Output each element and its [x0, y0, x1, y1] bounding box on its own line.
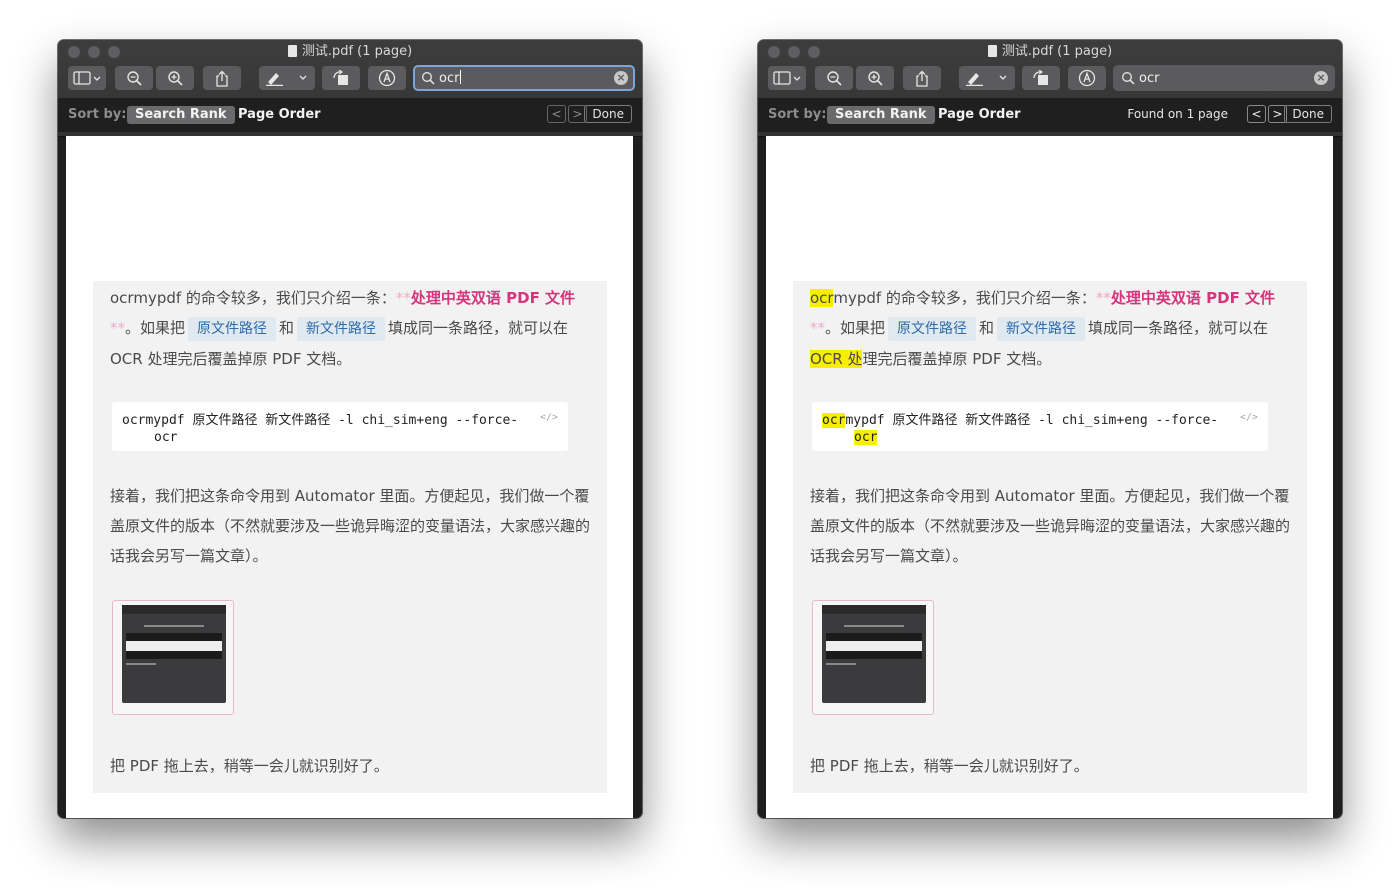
- share-button[interactable]: [203, 66, 241, 90]
- pdf-page[interactable]: ocrmypdf 的命令较多，我们只介绍一条：**处理中英双语 PDF 文件**…: [766, 136, 1333, 818]
- markup-pen-icon: [378, 69, 396, 87]
- inline-code-dest-path: 新文件路径: [297, 317, 386, 341]
- preview-window-right: 测试.pdf (1 page) ocr × Sort by: Search Ra…: [758, 40, 1342, 818]
- code-line-1: ocrmypdf 原文件路径 新文件路径 -l chi_sim+eng --fo…: [122, 413, 519, 428]
- code-embed-icon: </>: [1239, 412, 1258, 423]
- sort-search-rank-button[interactable]: Search Rank: [127, 106, 235, 124]
- code-line-1: ocrmypdf 原文件路径 新文件路径 -l chi_sim+eng --fo…: [822, 413, 1219, 428]
- window-title-text: 测试.pdf (1 page): [301, 44, 413, 59]
- window-title: 测试.pdf (1 page): [758, 44, 1342, 60]
- search-field[interactable]: ocr ×: [1113, 65, 1335, 91]
- result-nav: < >: [547, 105, 587, 123]
- rotate-button[interactable]: [322, 66, 360, 90]
- zoom-in-icon: [168, 71, 183, 86]
- search-input[interactable]: ocr: [439, 70, 614, 86]
- search-match-highlight: ocr: [822, 413, 846, 428]
- article-content: ocrmypdf 的命令较多，我们只介绍一条：**处理中英双语 PDF 文件**…: [93, 281, 607, 793]
- search-icon: [422, 72, 435, 85]
- sort-page-order-button[interactable]: Page Order: [938, 107, 1021, 122]
- pdf-page[interactable]: ocrmypdf 的命令较多，我们只介绍一条：**处理中英双语 PDF 文件**…: [66, 136, 633, 818]
- sidebar-icon: [773, 71, 801, 85]
- find-bar: Sort by: Search Rank Page Order Found on…: [758, 98, 1342, 132]
- clear-search-icon[interactable]: ×: [614, 71, 628, 85]
- zoom-in-icon: [868, 71, 883, 86]
- search-match-highlight: ocr: [810, 289, 834, 307]
- emphasis-text: 处理中英双语 PDF 文件: [1110, 289, 1276, 307]
- inline-code-dest-path: 新文件路径: [997, 317, 1086, 341]
- search-match-highlight-tail: 处: [842, 350, 863, 368]
- emphasis-text: 处理中英双语 PDF 文件: [410, 289, 576, 307]
- share-button[interactable]: [903, 66, 941, 90]
- zoom-out-icon: [827, 71, 842, 86]
- paragraph-3: 把 PDF 拖上去，稍等一会儿就识别好了。: [810, 757, 1089, 775]
- code-block: ocrmypdf 原文件路径 新文件路径 -l chi_sim+eng --fo…: [812, 402, 1268, 451]
- sidebar-toggle-button[interactable]: [68, 66, 106, 90]
- screenshot-thumbnail: [112, 600, 234, 715]
- window-title-text: 测试.pdf (1 page): [1001, 44, 1113, 59]
- search-match-highlight: ocr: [854, 430, 878, 445]
- titlebar: 测试.pdf (1 page) ocr × Sort by: Search Ra…: [758, 40, 1342, 137]
- text-cursor: [460, 70, 462, 84]
- search-value: ocr: [439, 71, 460, 86]
- previous-result-button[interactable]: <: [547, 105, 566, 123]
- sidebar-icon: [73, 71, 101, 85]
- done-button[interactable]: Done: [584, 105, 632, 123]
- paragraph-3: 把 PDF 拖上去，稍等一会儿就识别好了。: [110, 757, 389, 775]
- sort-search-rank-button[interactable]: Search Rank: [827, 106, 935, 124]
- inline-code-source-path: 原文件路径: [188, 317, 277, 341]
- titlebar: 测试.pdf (1 page) ocr × Sort by: Search Ra…: [58, 40, 642, 137]
- document-icon: [287, 45, 297, 57]
- search-icon: [1122, 72, 1135, 85]
- preview-window-left: 测试.pdf (1 page) ocr × Sort by: Search Ra…: [58, 40, 642, 818]
- rotate-icon: [333, 70, 348, 85]
- screenshot-thumbnail: [812, 600, 934, 715]
- markup-toolbar-button[interactable]: [1068, 66, 1106, 90]
- search-field[interactable]: ocr ×: [413, 65, 635, 91]
- inline-code-source-path: 原文件路径: [888, 317, 977, 341]
- find-bar: Sort by: Search Rank Page Order < > Done: [58, 98, 642, 132]
- sort-by-label: Sort by:: [68, 107, 127, 122]
- share-icon: [916, 70, 928, 87]
- code-embed-icon: </>: [539, 412, 558, 423]
- result-nav: < >: [1247, 105, 1287, 123]
- zoom-in-button[interactable]: [856, 66, 894, 90]
- clear-search-icon[interactable]: ×: [1314, 71, 1328, 85]
- code-line-2: ocr: [154, 430, 178, 445]
- paragraph-1: ocrmypdf 的命令较多，我们只介绍一条：**处理中英双语 PDF 文件**…: [810, 289, 1276, 368]
- sidebar-toggle-button[interactable]: [768, 66, 806, 90]
- share-icon: [216, 70, 228, 87]
- search-match-highlight: OCR: [810, 350, 843, 368]
- zoom-in-button[interactable]: [156, 66, 194, 90]
- zoom-out-icon: [127, 71, 142, 86]
- markup-highlight-button[interactable]: [259, 66, 315, 90]
- highlighter-icon: [266, 73, 307, 86]
- markup-highlight-button[interactable]: [959, 66, 1015, 90]
- window-title: 测试.pdf (1 page): [58, 44, 642, 60]
- paragraph-2: 接着，我们把这条命令用到 Automator 里面。方便起见，我们做一个覆盖原文…: [810, 487, 1291, 565]
- paragraph-1: ocrmypdf 的命令较多，我们只介绍一条：**处理中英双语 PDF 文件**…: [110, 289, 576, 368]
- article-content: ocrmypdf 的命令较多，我们只介绍一条：**处理中英双语 PDF 文件**…: [793, 281, 1307, 793]
- done-button[interactable]: Done: [1284, 105, 1332, 123]
- embedded-screenshot: [822, 605, 926, 703]
- search-input[interactable]: ocr: [1139, 71, 1314, 86]
- paragraph-2: 接着，我们把这条命令用到 Automator 里面。方便起见，我们做一个覆盖原文…: [110, 487, 591, 565]
- highlighter-icon: [966, 73, 1007, 86]
- search-value: ocr: [1139, 70, 1160, 86]
- previous-result-button[interactable]: <: [1247, 105, 1266, 123]
- zoom-out-button[interactable]: [815, 66, 853, 90]
- rotate-icon: [1033, 70, 1048, 85]
- code-line-2: ocr: [854, 430, 878, 445]
- document-icon: [987, 45, 997, 57]
- sort-page-order-button[interactable]: Page Order: [238, 107, 321, 122]
- markup-toolbar-button[interactable]: [368, 66, 406, 90]
- zoom-out-button[interactable]: [115, 66, 153, 90]
- code-block: ocrmypdf 原文件路径 新文件路径 -l chi_sim+eng --fo…: [112, 402, 568, 451]
- sort-by-label: Sort by:: [768, 107, 827, 122]
- markup-pen-icon: [1078, 69, 1096, 87]
- rotate-button[interactable]: [1022, 66, 1060, 90]
- found-count: Found on 1 page: [1127, 107, 1228, 121]
- embedded-screenshot: [122, 605, 226, 703]
